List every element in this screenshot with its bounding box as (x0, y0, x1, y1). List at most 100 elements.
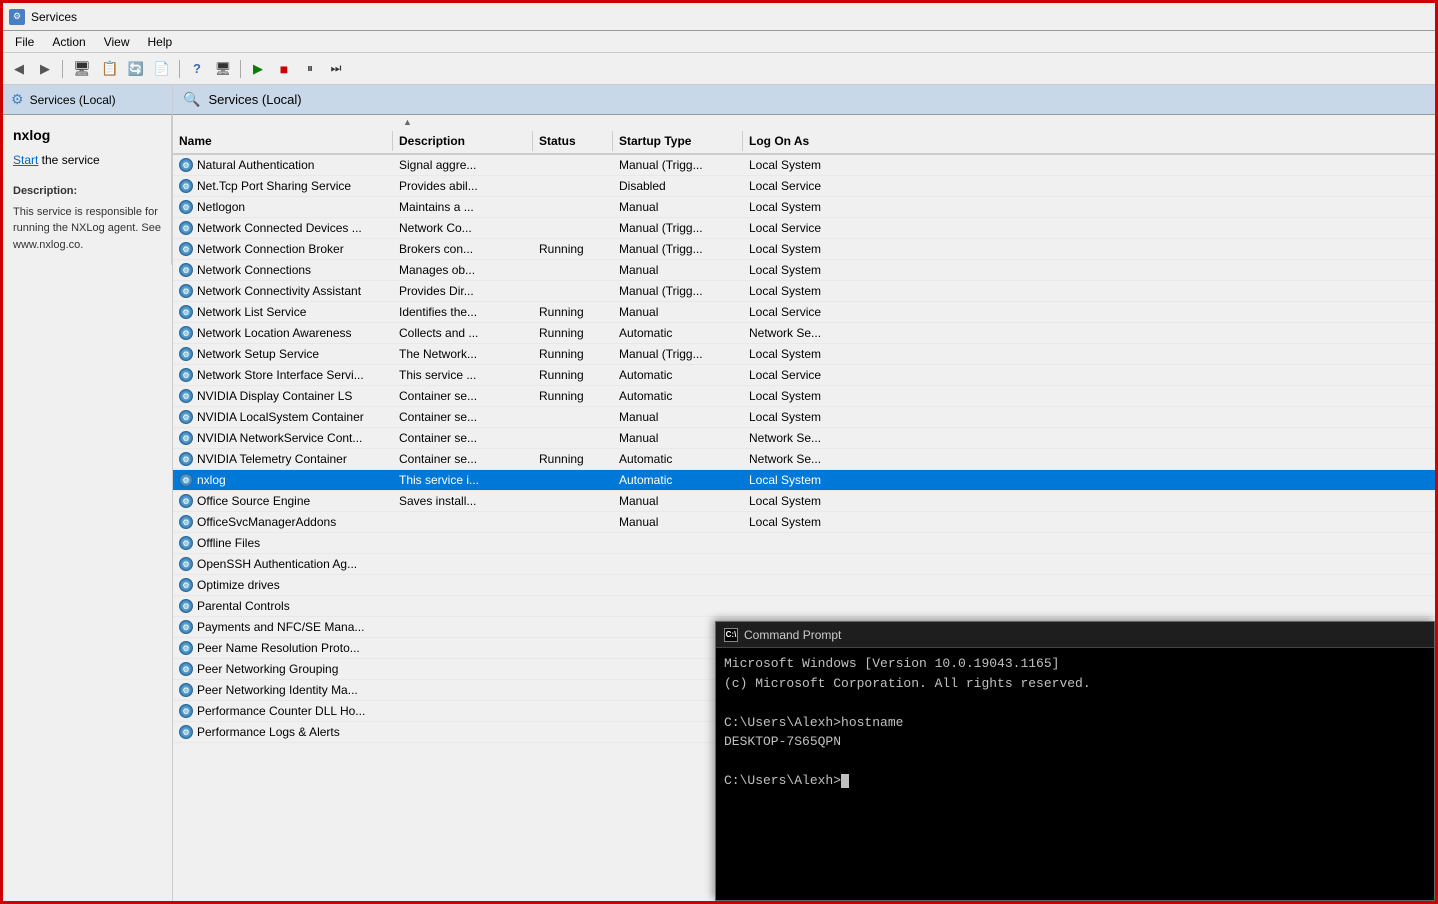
service-icon: ⚙ (179, 683, 193, 697)
show-console-button[interactable]: 🖥 (68, 58, 96, 80)
service-icon: ⚙ (179, 158, 193, 172)
table-row[interactable]: ⚙Network Setup ServiceThe Network...Runn… (173, 344, 1435, 365)
table-row[interactable]: ⚙NVIDIA Display Container LSContainer se… (173, 386, 1435, 407)
menu-file[interactable]: File (7, 33, 42, 51)
service-name-cell: ⚙Network Connected Devices ... (173, 218, 393, 238)
properties-button[interactable]: 🖥 (211, 58, 235, 80)
service-icon: ⚙ (179, 725, 193, 739)
service-name-cell: ⚙Performance Logs & Alerts (173, 722, 393, 742)
table-row[interactable]: ⚙Parental Controls (173, 596, 1435, 617)
service-name-cell: ⚙Offline Files (173, 533, 393, 553)
service-startup-cell (613, 533, 743, 553)
service-name-text: Parental Controls (197, 599, 290, 613)
table-row[interactable]: ⚙Natural AuthenticationSignal aggre...Ma… (173, 155, 1435, 176)
service-name-cell: ⚙NVIDIA NetworkService Cont... (173, 428, 393, 448)
service-name-cell: ⚙Network Connectivity Assistant (173, 281, 393, 301)
table-row[interactable]: ⚙Office Source EngineSaves install...Man… (173, 491, 1435, 512)
service-status-cell (533, 680, 613, 700)
sidebar-label: Services (Local) (30, 93, 116, 107)
table-row[interactable]: ⚙Network Connectivity AssistantProvides … (173, 281, 1435, 302)
table-row[interactable]: ⚙Network Connection BrokerBrokers con...… (173, 239, 1435, 260)
service-desc-cell: Manages ob... (393, 260, 533, 280)
table-row[interactable]: ⚙Network Store Interface Servi...This se… (173, 365, 1435, 386)
service-name-cell: ⚙Network Store Interface Servi... (173, 365, 393, 385)
service-status-cell (533, 407, 613, 427)
table-row[interactable]: ⚙OpenSSH Authentication Ag... (173, 554, 1435, 575)
command-prompt-window[interactable]: C:\ Command Prompt Microsoft Windows [Ve… (715, 621, 1435, 901)
export-button[interactable]: 📄 (150, 58, 174, 80)
menu-action[interactable]: Action (44, 33, 93, 51)
col-status[interactable]: Status (533, 131, 613, 151)
sidebar-icon: ⚙ (11, 91, 24, 108)
service-desc-cell: Identifies the... (393, 302, 533, 322)
service-desc-cell: Container se... (393, 407, 533, 427)
service-name-text: Net.Tcp Port Sharing Service (197, 179, 351, 193)
service-name-cell: ⚙NVIDIA Display Container LS (173, 386, 393, 406)
service-startup-cell: Manual (Trigg... (613, 239, 743, 259)
service-desc-cell (393, 638, 533, 658)
service-status-cell (533, 659, 613, 679)
start-link[interactable]: Start (13, 153, 38, 167)
service-desc-cell (393, 575, 533, 595)
service-status-cell (533, 218, 613, 238)
forward-button[interactable]: ▶ (33, 58, 57, 80)
service-name-cell: ⚙ Peer Networking Grouping (173, 659, 393, 679)
service-logon-cell: Local Service (743, 218, 853, 238)
services-header-label: Services (Local) (208, 92, 301, 107)
service-icon: ⚙ (179, 221, 193, 235)
service-icon: ⚙ (179, 620, 193, 634)
table-header: Name Description Status Startup Type Log… (173, 129, 1435, 155)
table-row[interactable]: ⚙nxlogThis service i...AutomaticLocal Sy… (173, 470, 1435, 491)
table-row[interactable]: ⚙Network ConnectionsManages ob...ManualL… (173, 260, 1435, 281)
service-desc-cell: Container se... (393, 449, 533, 469)
menu-view[interactable]: View (96, 33, 138, 51)
col-logon[interactable]: Log On As (743, 131, 853, 151)
table-row[interactable]: ⚙NVIDIA NetworkService Cont...Container … (173, 428, 1435, 449)
refresh-button[interactable]: 🔄 (124, 58, 148, 80)
menu-help[interactable]: Help (140, 33, 181, 51)
services-window: ⚙ Services File Action View Help ◀ ▶ 🖥 📋… (0, 0, 1438, 904)
col-name[interactable]: Name (173, 131, 393, 151)
service-logon-cell: Network Se... (743, 449, 853, 469)
start-service-button[interactable]: ▶ (246, 58, 270, 80)
export-icon: 📄 (154, 61, 170, 77)
table-row[interactable]: ⚙Net.Tcp Port Sharing ServiceProvides ab… (173, 176, 1435, 197)
pause-service-button[interactable]: ⏸ (298, 58, 322, 80)
service-icon: ⚙ (179, 662, 193, 676)
table-row[interactable]: ⚙NVIDIA LocalSystem ContainerContainer s… (173, 407, 1435, 428)
title-bar-icon: ⚙ (9, 9, 25, 25)
table-row[interactable]: ⚙Network Location AwarenessCollects and … (173, 323, 1435, 344)
col-startup-type[interactable]: Startup Type (613, 131, 743, 151)
service-status-cell: Running (533, 386, 613, 406)
stop-service-button[interactable]: ■ (272, 58, 296, 80)
table-row[interactable]: ⚙Network List ServiceIdentifies the...Ru… (173, 302, 1435, 323)
table-row[interactable]: ⚙Optimize drives (173, 575, 1435, 596)
service-icon: ⚙ (179, 473, 193, 487)
table-row[interactable]: ⚙NVIDIA Telemetry ContainerContainer se.… (173, 449, 1435, 470)
service-logon-cell: Local System (743, 155, 853, 175)
service-name-text: Peer Networking Grouping (197, 662, 338, 676)
back-button[interactable]: ◀ (7, 58, 31, 80)
service-desc-cell: Container se... (393, 386, 533, 406)
show-extended-button[interactable]: 📋 (98, 58, 122, 80)
service-desc-cell (393, 680, 533, 700)
service-logon-cell: Local System (743, 260, 853, 280)
table-row[interactable]: ⚙Network Connected Devices ...Network Co… (173, 218, 1435, 239)
service-status-cell: Running (533, 344, 613, 364)
table-row[interactable]: ⚙NetlogonMaintains a ...ManualLocal Syst… (173, 197, 1435, 218)
service-logon-cell: Local System (743, 197, 853, 217)
resume-service-button[interactable]: ⏭ (324, 58, 348, 80)
detail-panel: nxlog Start the service Description: Thi… (3, 115, 172, 265)
help-button[interactable]: ? (185, 58, 209, 80)
table-row[interactable]: ⚙Offline Files (173, 533, 1435, 554)
service-status-cell (533, 596, 613, 616)
toolbar: ◀ ▶ 🖥 📋 🔄 📄 ? 🖥 ▶ ■ (3, 53, 1435, 85)
table-row[interactable]: ⚙OfficeSvcManagerAddonsManualLocal Syste… (173, 512, 1435, 533)
service-description: Description: This service is responsible… (13, 183, 161, 253)
service-name-text: NVIDIA Telemetry Container (197, 452, 347, 466)
sidebar: ⚙ Services (Local) nxlog Start the servi… (3, 85, 173, 901)
col-description[interactable]: Description (393, 131, 533, 151)
service-desc-cell: Brokers con... (393, 239, 533, 259)
service-icon: ⚙ (179, 263, 193, 277)
service-name-text: Optimize drives (197, 578, 280, 592)
